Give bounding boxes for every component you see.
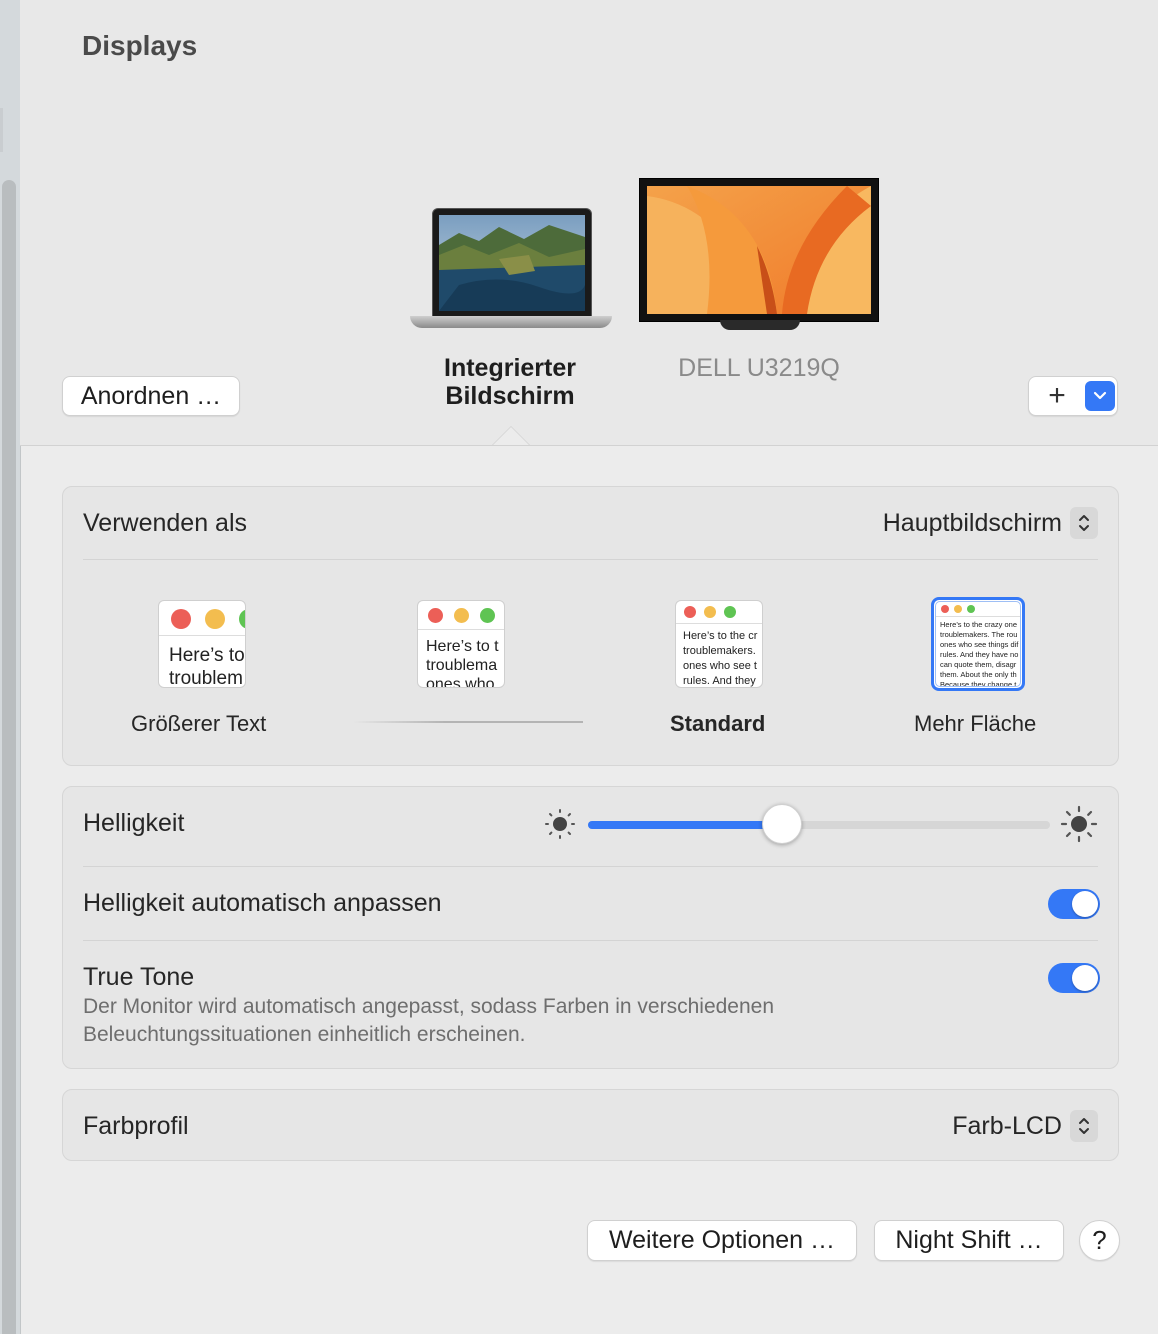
resolution-thumb-larger-text[interactable]: Here’s to troublem: [158, 600, 246, 688]
plus-icon: +: [1048, 379, 1066, 412]
selected-display-caret: [492, 426, 530, 445]
monitor-stand: [720, 320, 800, 330]
brightness-slider-fill: [588, 821, 782, 829]
add-display-button[interactable]: +: [1028, 376, 1118, 416]
more-options-button[interactable]: Weitere Optionen …: [587, 1220, 857, 1261]
sun-small-icon: [545, 809, 575, 839]
ventura-wallpaper-icon: [647, 186, 871, 314]
resolution-label-more-space[interactable]: Mehr Fläche: [914, 711, 1036, 737]
thumb-sample-text: Here’s to the cr troublemakers. ones who…: [683, 630, 758, 687]
use-as-panel: Verwenden als Hauptbildschirm Here’s to …: [62, 486, 1119, 766]
brightness-slider-knob[interactable]: [762, 804, 802, 844]
resolution-scale-line: [353, 721, 583, 723]
auto-brightness-toggle[interactable]: [1048, 889, 1100, 919]
updown-chevron-icon: [1070, 1110, 1098, 1142]
use-as-popup[interactable]: Hauptbildschirm: [883, 507, 1098, 539]
use-as-label: Verwenden als: [83, 509, 248, 537]
display-name-line2: Bildschirm: [445, 382, 575, 410]
laptop-base: [410, 316, 612, 328]
color-profile-popup[interactable]: Farb-LCD: [952, 1110, 1098, 1142]
help-button[interactable]: ?: [1079, 1220, 1120, 1261]
resolution-thumb-more-space[interactable]: Here’s to the crazy one troublemakers. T…: [931, 597, 1025, 691]
divider: [83, 940, 1098, 941]
sun-large-icon: [1060, 805, 1098, 843]
toggle-knob: [1072, 965, 1098, 991]
laptop-screen-image: [432, 208, 592, 318]
resolution-thumb-standard[interactable]: Here’s to the cr troublemakers. ones who…: [675, 600, 763, 688]
display-label-dell[interactable]: DELL U3219Q: [650, 354, 868, 382]
thumb-sample-text: Here’s to the crazy one troublemakers. T…: [940, 620, 1019, 687]
resolution-label-standard[interactable]: Standard: [670, 711, 765, 737]
night-shift-button[interactable]: Night Shift …: [874, 1220, 1064, 1261]
color-profile-value: Farb-LCD: [952, 1111, 1062, 1140]
auto-brightness-label: Helligkeit automatisch anpassen: [83, 889, 442, 917]
brightness-panel: Helligkeit Helligkeit automatisch anpass…: [62, 786, 1119, 1069]
resolution-thumb-2[interactable]: Here’s to t troublema ones who: [417, 600, 505, 688]
page-title: Displays: [82, 30, 198, 61]
use-as-value: Hauptbildschirm: [882, 508, 1062, 537]
true-tone-description-line1: Der Monitor wird automatisch angepasst, …: [83, 995, 775, 1018]
true-tone-description: Der Monitor wird automatisch angepasst, …: [83, 993, 774, 1049]
sidebar-notch: [0, 108, 3, 152]
landscape-wallpaper-icon: [439, 215, 585, 311]
true-tone-toggle[interactable]: [1048, 963, 1100, 993]
updown-chevron-icon: [1070, 507, 1098, 539]
thumb-sample-text: Here’s to troublem: [169, 645, 245, 688]
resolution-label-larger-text[interactable]: Größerer Text: [131, 711, 266, 737]
sidebar-edge: [0, 0, 21, 1334]
monitor-screen-image: [639, 178, 879, 322]
thumb-sample-text: Here’s to t troublema ones who: [426, 638, 499, 688]
true-tone-label: True Tone: [83, 963, 195, 991]
brightness-label: Helligkeit: [83, 809, 185, 837]
chevron-down-icon[interactable]: [1085, 381, 1115, 411]
brightness-slider[interactable]: [588, 804, 1050, 844]
color-profile-label: Farbprofil: [83, 1112, 189, 1140]
sidebar-scrollbar[interactable]: [2, 180, 16, 1334]
color-profile-panel: Farbprofil Farb-LCD: [62, 1089, 1119, 1161]
divider: [83, 866, 1098, 867]
divider: [83, 559, 1098, 560]
toggle-knob: [1072, 891, 1098, 917]
arrange-button[interactable]: Anordnen …: [62, 376, 240, 416]
display-label-builtin[interactable]: Integrierter Bildschirm: [420, 354, 600, 410]
display-name-line1: Integrierter: [444, 354, 576, 382]
true-tone-description-line2: Beleuchtungssituationen einheitlich ersc…: [83, 1023, 526, 1046]
